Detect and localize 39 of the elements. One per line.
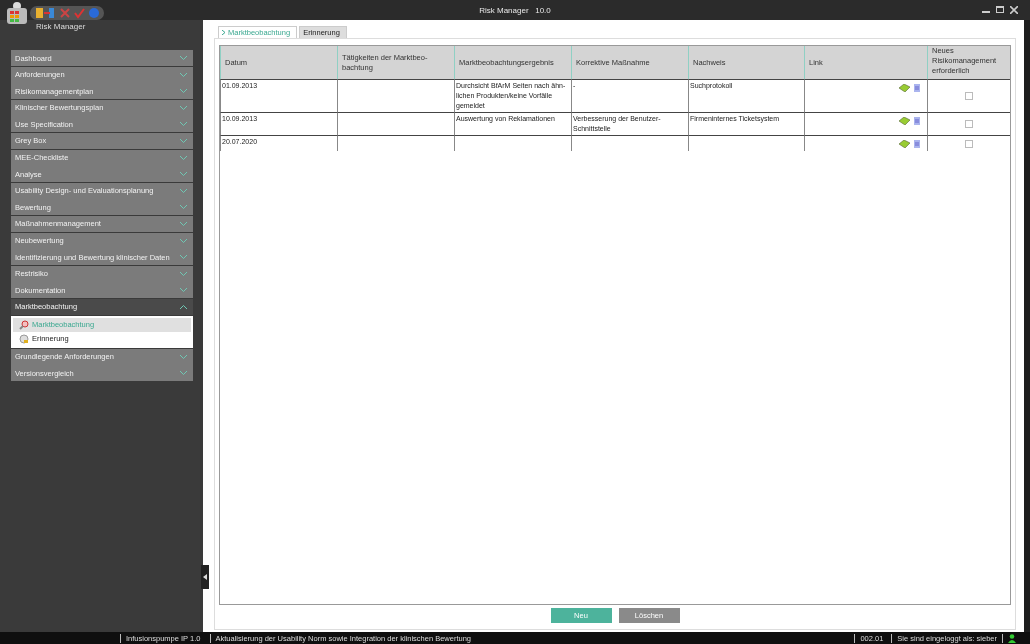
chevron-down-icon <box>180 255 187 260</box>
link-icon[interactable] <box>899 117 910 125</box>
logo-icon <box>4 0 30 26</box>
user-icon <box>1008 633 1016 643</box>
chevron-down-icon <box>180 172 187 177</box>
triangle-left-icon <box>203 574 207 580</box>
chevron-down-icon <box>180 188 187 193</box>
checkbox[interactable] <box>965 120 973 128</box>
chevron-down-icon <box>180 288 187 293</box>
checkbox[interactable] <box>965 139 973 148</box>
link-icon[interactable] <box>899 84 910 92</box>
magnifier-icon <box>19 319 29 330</box>
collapse-handle[interactable] <box>201 565 209 589</box>
chevron-right-icon <box>222 30 225 35</box>
document-icon[interactable] <box>913 140 921 148</box>
close-icon[interactable] <box>1010 6 1018 14</box>
chevron-down-icon <box>180 205 187 210</box>
clock-icon <box>19 333 29 344</box>
chevron-down-icon <box>180 238 187 243</box>
chevron-down-icon <box>180 371 187 376</box>
chevron-down-icon <box>180 72 187 77</box>
chevron-down-icon <box>180 89 187 94</box>
window-title: Risk Manager 10.0 <box>479 5 551 15</box>
chevron-down-icon <box>180 221 187 226</box>
chevron-up-icon <box>180 304 187 309</box>
toolbar-icons-drawing[interactable] <box>30 6 104 20</box>
document-icon[interactable] <box>913 84 921 92</box>
chevron-down-icon <box>180 105 187 110</box>
document-icon[interactable] <box>913 117 921 125</box>
chevron-down-icon <box>180 155 187 160</box>
chevron-down-icon <box>180 354 187 359</box>
app-name: Risk Manager <box>36 22 86 31</box>
chevron-down-icon <box>180 122 187 127</box>
link-icon[interactable] <box>899 140 910 148</box>
chevron-down-icon <box>180 271 187 276</box>
checkbox[interactable] <box>965 92 973 100</box>
chevron-down-icon <box>180 138 187 143</box>
maximize-icon[interactable] <box>996 6 1004 14</box>
chevron-down-icon <box>180 56 187 60</box>
